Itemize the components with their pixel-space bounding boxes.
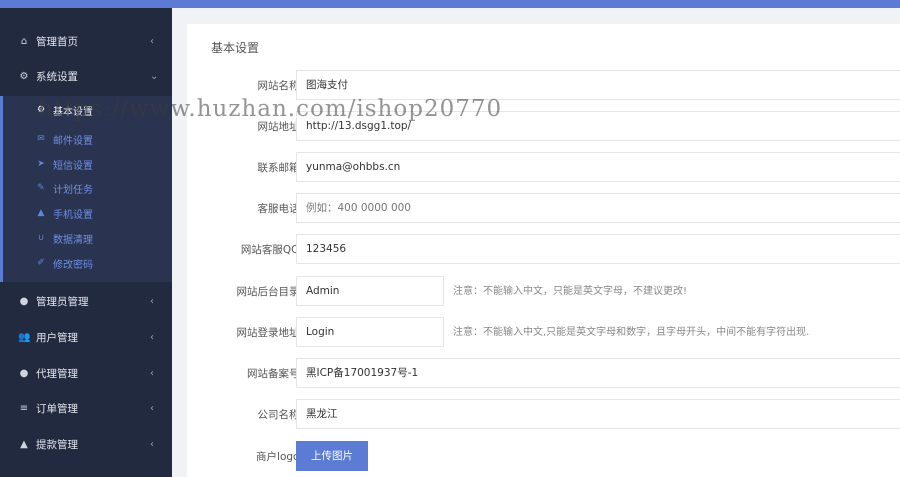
company-name-input[interactable]: 黑龙江	[296, 399, 900, 429]
chevron-left-icon: ‹	[150, 402, 154, 414]
sidebar-item-agent-management[interactable]: ● 代理管理 ‹	[0, 358, 172, 388]
upload-image-button[interactable]: 上传图片	[296, 441, 368, 471]
form-row-service-phone: 客服电话: 例如：400 0000 000	[187, 193, 900, 225]
field-label: 网站备案号:	[246, 368, 303, 380]
form-row-icp-number: 网站备案号: 黑ICP备17001937号-1	[187, 358, 900, 390]
chevron-left-icon: ‹	[150, 367, 154, 379]
paper-plane-icon: ➤	[37, 159, 45, 169]
form-row-login-path: 网站登录地址: Login 注意：不能输入中文,只能是英文字母和数字，且字母开头…	[187, 317, 900, 349]
admin-directory-input[interactable]: Admin	[296, 276, 444, 306]
chevron-down-icon: ⌄	[150, 70, 159, 82]
magnet-icon: ∪	[37, 233, 45, 243]
submenu-item-sms-settings[interactable]: ➤ 短信设置	[3, 152, 172, 176]
submenu-item-label: 数据清理	[53, 234, 93, 246]
sidebar-item-withdrawal-management[interactable]: ▲ 提款管理 ‹	[0, 429, 172, 459]
field-label: 网站客服QQ:	[240, 244, 303, 256]
sidebar-item-label: 订单管理	[36, 402, 78, 415]
edit-icon: ✎	[37, 183, 45, 193]
sidebar-item-dashboard[interactable]: ⌂ 管理首页 ‹	[0, 26, 172, 56]
sidebar-item-label: 管理员管理	[36, 295, 89, 308]
home-icon: ⌂	[20, 35, 28, 47]
contact-email-input[interactable]: yunma@ohbbs.cn	[296, 152, 900, 182]
submenu-item-label: 计划任务	[53, 184, 93, 196]
sidebar: ⌂ 管理首页 ‹ ⚙ 系统设置 ⌄ ⚙ 基本设置 ✉ 邮件设置 ➤ 短信设置 ✎…	[0, 8, 172, 477]
form-row-admin-directory: 网站后台目录: Admin 注意：不能输入中文，只能是英文字母，不建议更改!	[187, 276, 900, 308]
form-row-service-qq: 网站客服QQ: 123456	[187, 234, 900, 266]
list-icon: ≡	[19, 402, 29, 414]
submenu-item-data-cleanup[interactable]: ∪ 数据清理	[3, 226, 172, 250]
chevron-left-icon: ‹	[150, 438, 154, 450]
chevron-left-icon: ‹	[150, 331, 154, 343]
form-row-company-name: 公司名称: 黑龙江	[187, 399, 900, 431]
submenu-item-scheduled-tasks[interactable]: ✎ 计划任务	[3, 176, 172, 200]
field-hint: 注意：不能输入中文,只能是英文字母和数字，且字母开头，中间不能有字符出现.	[453, 327, 810, 338]
submenu-item-mail-settings[interactable]: ✉ 邮件设置	[3, 127, 172, 151]
sidebar-item-admin-management[interactable]: ● 管理员管理 ‹	[0, 286, 172, 316]
bell-icon: ▲	[37, 208, 45, 218]
settings-panel: 基本设置 网站名称: 图海支付 网站地址: http://13.dsgg1.to…	[187, 24, 900, 477]
users-icon: 👥	[18, 331, 31, 343]
login-path-input[interactable]: Login	[296, 317, 444, 347]
sidebar-item-system-settings[interactable]: ⚙ 系统设置 ⌄	[0, 61, 172, 91]
wrench-icon: ✐	[37, 258, 45, 268]
sidebar-item-label: 提款管理	[36, 438, 78, 451]
submenu-item-change-password[interactable]: ✐ 修改密码	[3, 251, 172, 275]
system-settings-submenu: ⚙ 基本设置 ✉ 邮件设置 ➤ 短信设置 ✎ 计划任务 ▲ 手机设置 ∪ 数据清…	[0, 96, 172, 282]
service-phone-input[interactable]: 例如：400 0000 000	[296, 193, 900, 223]
chevron-left-icon: ‹	[150, 295, 154, 307]
field-label: 网站后台目录:	[236, 286, 303, 298]
sidebar-item-label: 管理首页	[36, 35, 78, 48]
sidebar-item-label: 用户管理	[36, 331, 78, 344]
submenu-item-mobile-settings[interactable]: ▲ 手机设置	[3, 201, 172, 225]
submenu-item-label: 邮件设置	[53, 135, 93, 147]
lock-icon: ▲	[20, 438, 28, 450]
sidebar-item-label: 系统设置	[36, 70, 78, 83]
submenu-item-label: 短信设置	[53, 160, 93, 172]
form-row-merchant-logo: 商户logo: 上传图片	[187, 441, 900, 473]
sidebar-item-label: 代理管理	[36, 367, 78, 380]
field-hint: 注意：不能输入中文，只能是英文字母，不建议更改!	[453, 286, 688, 297]
sidebar-item-user-management[interactable]: 👥 用户管理 ‹	[0, 322, 172, 352]
submenu-item-label: 手机设置	[53, 209, 93, 221]
submenu-item-label: 修改密码	[53, 259, 93, 271]
icp-number-input[interactable]: 黑ICP备17001937号-1	[296, 358, 900, 388]
chevron-left-icon: ‹	[150, 35, 154, 47]
gears-icon: ⚙	[19, 70, 29, 82]
top-accent-bar	[0, 0, 900, 8]
watermark: https://www.huzhan.com/ishop20770	[38, 96, 503, 122]
sidebar-item-order-management[interactable]: ≡ 订单管理 ‹	[0, 393, 172, 423]
service-qq-input[interactable]: 123456	[296, 234, 900, 264]
user-circle-icon: ●	[19, 367, 29, 379]
field-label: 网站登录地址:	[236, 327, 303, 339]
form-row-contact-email: 联系邮箱: yunma@ohbbs.cn	[187, 152, 900, 184]
user-circle-icon: ●	[19, 295, 29, 307]
envelope-icon: ✉	[37, 134, 45, 144]
page-title: 基本设置	[211, 41, 260, 55]
